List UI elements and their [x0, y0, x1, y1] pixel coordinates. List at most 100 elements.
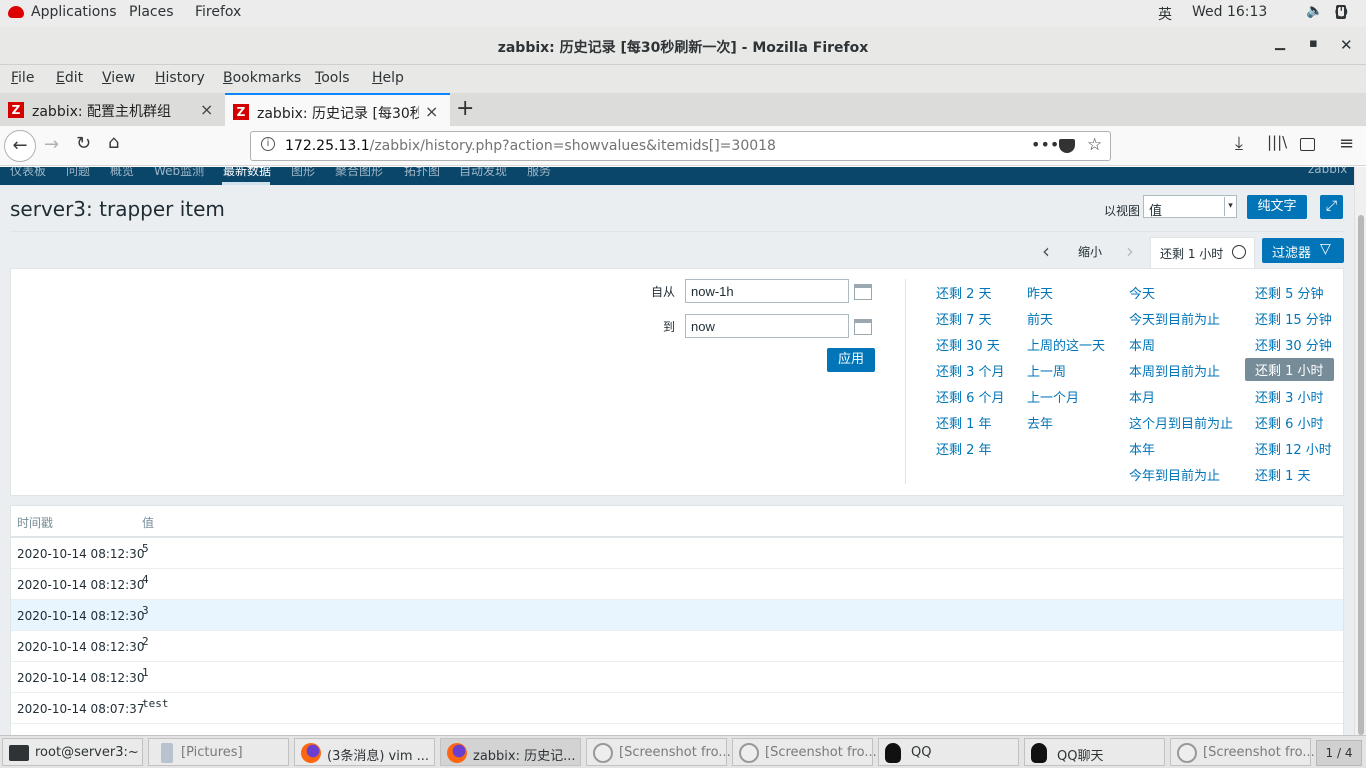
filter-button[interactable]: 过滤器 ▽ [1262, 238, 1344, 263]
menu-file[interactable]: File [11, 70, 34, 86]
fullscreen-button[interactable]: ⤢ [1320, 195, 1343, 219]
nav-graphs[interactable]: 图形 [291, 167, 315, 179]
back-icon[interactable]: ← [4, 130, 36, 162]
menu-history[interactable]: History [155, 70, 205, 86]
power-icon[interactable]: ⏻ [1335, 2, 1348, 22]
quick-range[interactable]: 还剩 1 年 [936, 413, 992, 432]
quick-range[interactable]: 上一个月 [1027, 387, 1079, 406]
pocket-icon[interactable] [1059, 139, 1075, 153]
firefox-app-menu[interactable]: Firefox [195, 4, 241, 20]
sidebar-icon[interactable] [1300, 138, 1315, 151]
places-menu[interactable]: Places [129, 4, 174, 20]
quick-range[interactable]: 还剩 6 小时 [1255, 413, 1324, 432]
tab-config-hostgroups[interactable]: Z zabbix: 配置主机群组 × [0, 93, 224, 126]
apply-button[interactable]: 应用 [827, 348, 875, 372]
volume-icon[interactable]: 🔈 [1306, 3, 1323, 19]
url-bar[interactable]: i 172.25.13.1/zabbix/history.php?action=… [250, 131, 1111, 161]
forward-icon[interactable]: → [44, 134, 59, 155]
home-icon[interactable]: ⌂ [108, 132, 119, 153]
menu-bookmarks[interactable]: Bookmarks [223, 70, 301, 86]
task-screenshot[interactable]: [Screenshot fro... [586, 738, 731, 766]
quick-range[interactable]: 这个月到目前为止 [1129, 413, 1233, 432]
quick-range[interactable]: 还剩 3 小时 [1255, 387, 1324, 406]
quick-range[interactable]: 今年到目前为止 [1129, 465, 1220, 484]
time-back-icon[interactable]: ‹ [1042, 239, 1050, 263]
from-calendar-icon[interactable] [854, 284, 872, 300]
plain-text-button[interactable]: 纯文字 [1247, 195, 1307, 219]
task-firefox-zabbix[interactable]: zabbix: 历史记... [440, 738, 581, 766]
nav-latest-data[interactable]: 最新数据 [223, 167, 271, 179]
quick-range[interactable]: 上一周 [1027, 361, 1066, 380]
nav-discovery[interactable]: 自动发现 [459, 167, 507, 179]
nav-web[interactable]: Web监测 [154, 167, 204, 179]
close-window-button[interactable]: ✕ [1340, 36, 1353, 54]
bookmark-star-icon[interactable]: ☆ [1087, 135, 1102, 155]
tab-history[interactable]: Z zabbix: 历史记录 [每30秒 × [225, 93, 450, 126]
clock[interactable]: Wed 16:13 [1192, 4, 1267, 20]
menu-tools[interactable]: Tools [315, 70, 350, 86]
quick-range[interactable]: 今天到目前为止 [1129, 309, 1220, 328]
quick-range[interactable]: 还剩 1 天 [1255, 465, 1311, 484]
quick-range[interactable]: 今天 [1129, 283, 1155, 302]
quick-range[interactable]: 还剩 30 天 [936, 335, 1000, 354]
quick-range[interactable]: 还剩 2 天 [936, 283, 992, 302]
minimize-button[interactable]: ▁ [1275, 36, 1285, 51]
quick-range[interactable]: 还剩 12 小时 [1255, 439, 1332, 458]
zoom-out-button[interactable]: 缩小 [1078, 243, 1102, 260]
quick-range[interactable]: 还剩 5 分钟 [1255, 283, 1324, 302]
close-tab-icon[interactable]: × [425, 102, 438, 121]
to-input[interactable] [685, 314, 849, 338]
nav-screens[interactable]: 聚合图形 [335, 167, 383, 179]
nav-services[interactable]: 服务 [527, 167, 551, 179]
quick-range[interactable]: 还剩 6 个月 [936, 387, 1005, 406]
quick-range[interactable]: 还剩 3 个月 [936, 361, 1005, 380]
library-icon[interactable]: |||\ [1267, 133, 1287, 151]
task-pictures[interactable]: [Pictures] [148, 738, 289, 766]
quick-range[interactable]: 还剩 15 分钟 [1255, 309, 1332, 328]
quick-range[interactable]: 上周的这一天 [1027, 335, 1105, 354]
view-as-select[interactable]: 值 ▾ [1143, 195, 1237, 219]
time-forward-icon[interactable]: › [1126, 239, 1134, 263]
maximize-button[interactable]: ▪ [1309, 36, 1318, 51]
reload-icon[interactable]: ↻ [76, 133, 91, 154]
time-period-tab[interactable]: 还剩 1 小时 [1150, 237, 1255, 268]
nav-maps[interactable]: 拓扑图 [404, 167, 440, 179]
page-scrollbar[interactable] [1354, 167, 1366, 735]
new-tab-icon[interactable]: + [456, 96, 474, 121]
task-screenshot[interactable]: [Screenshot fro... [1170, 738, 1315, 766]
quick-range[interactable]: 去年 [1027, 413, 1053, 432]
quick-range[interactable]: 还剩 7 天 [936, 309, 992, 328]
site-info-icon[interactable]: i [261, 137, 275, 151]
scrollbar-thumb[interactable] [1358, 215, 1364, 735]
quick-range[interactable]: 还剩 2 年 [936, 439, 992, 458]
task-qq-chat[interactable]: QQ聊天 [1024, 738, 1165, 766]
menu-edit[interactable]: Edit [56, 70, 83, 86]
task-screenshot[interactable]: [Screenshot fro... [732, 738, 877, 766]
quick-range[interactable]: 本月 [1129, 387, 1155, 406]
column-header-value[interactable]: 值 [142, 514, 154, 531]
task-terminal[interactable]: root@server3:~ [2, 738, 143, 766]
close-tab-icon[interactable]: × [200, 100, 213, 119]
downloads-icon[interactable]: ⤓ [1235, 133, 1243, 154]
quick-range[interactable]: 本周到目前为止 [1129, 361, 1220, 380]
page-actions-icon[interactable]: ••• [1031, 135, 1059, 154]
redhat-icon[interactable] [8, 6, 24, 18]
column-header-timestamp[interactable]: 时间戳 [17, 514, 53, 531]
to-calendar-icon[interactable] [854, 319, 872, 335]
nav-dashboard[interactable]: 仪表板 [10, 167, 46, 179]
quick-range-selected[interactable]: 还剩 1 小时 [1245, 358, 1334, 381]
nav-problems[interactable]: 问题 [66, 167, 90, 179]
task-firefox-vim[interactable]: (3条消息) vim ... [294, 738, 435, 766]
nav-overview[interactable]: 概览 [110, 167, 134, 179]
quick-range[interactable]: 本周 [1129, 335, 1155, 354]
quick-range[interactable]: 还剩 30 分钟 [1255, 335, 1332, 354]
menu-view[interactable]: View [102, 70, 135, 86]
quick-range[interactable]: 前天 [1027, 309, 1053, 328]
quick-range[interactable]: 昨天 [1027, 283, 1053, 302]
hamburger-menu-icon[interactable]: ≡ [1339, 133, 1354, 154]
applications-menu[interactable]: Applications [31, 4, 117, 20]
input-method-indicator[interactable]: 英 [1158, 4, 1172, 24]
from-input[interactable] [685, 279, 849, 303]
task-qq[interactable]: QQ [878, 738, 1019, 766]
quick-range[interactable]: 本年 [1129, 439, 1155, 458]
